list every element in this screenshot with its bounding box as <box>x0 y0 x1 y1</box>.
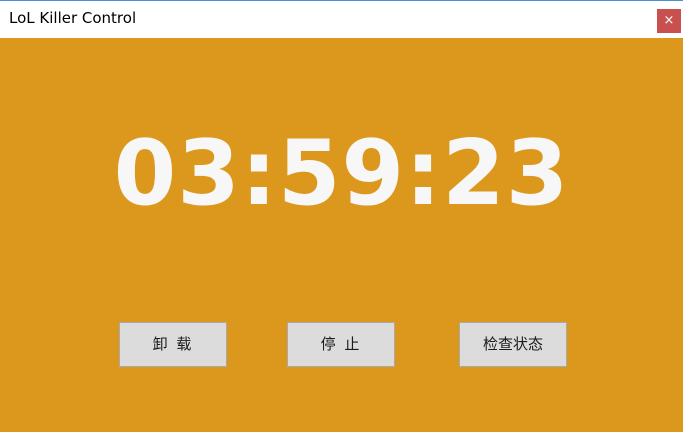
close-icon: × <box>663 13 675 28</box>
app-window: LoL Killer Control × 03:59:23 卸 载 停 止 检查… <box>0 0 683 432</box>
check-status-button[interactable]: 检查状态 <box>459 322 567 367</box>
unload-button[interactable]: 卸 载 <box>119 322 227 367</box>
window-title: LoL Killer Control <box>9 9 137 27</box>
title-bar: LoL Killer Control × <box>0 0 683 38</box>
close-button[interactable]: × <box>657 9 681 33</box>
countdown-timer: 03:59:23 <box>113 121 570 226</box>
stop-button[interactable]: 停 止 <box>287 322 395 367</box>
